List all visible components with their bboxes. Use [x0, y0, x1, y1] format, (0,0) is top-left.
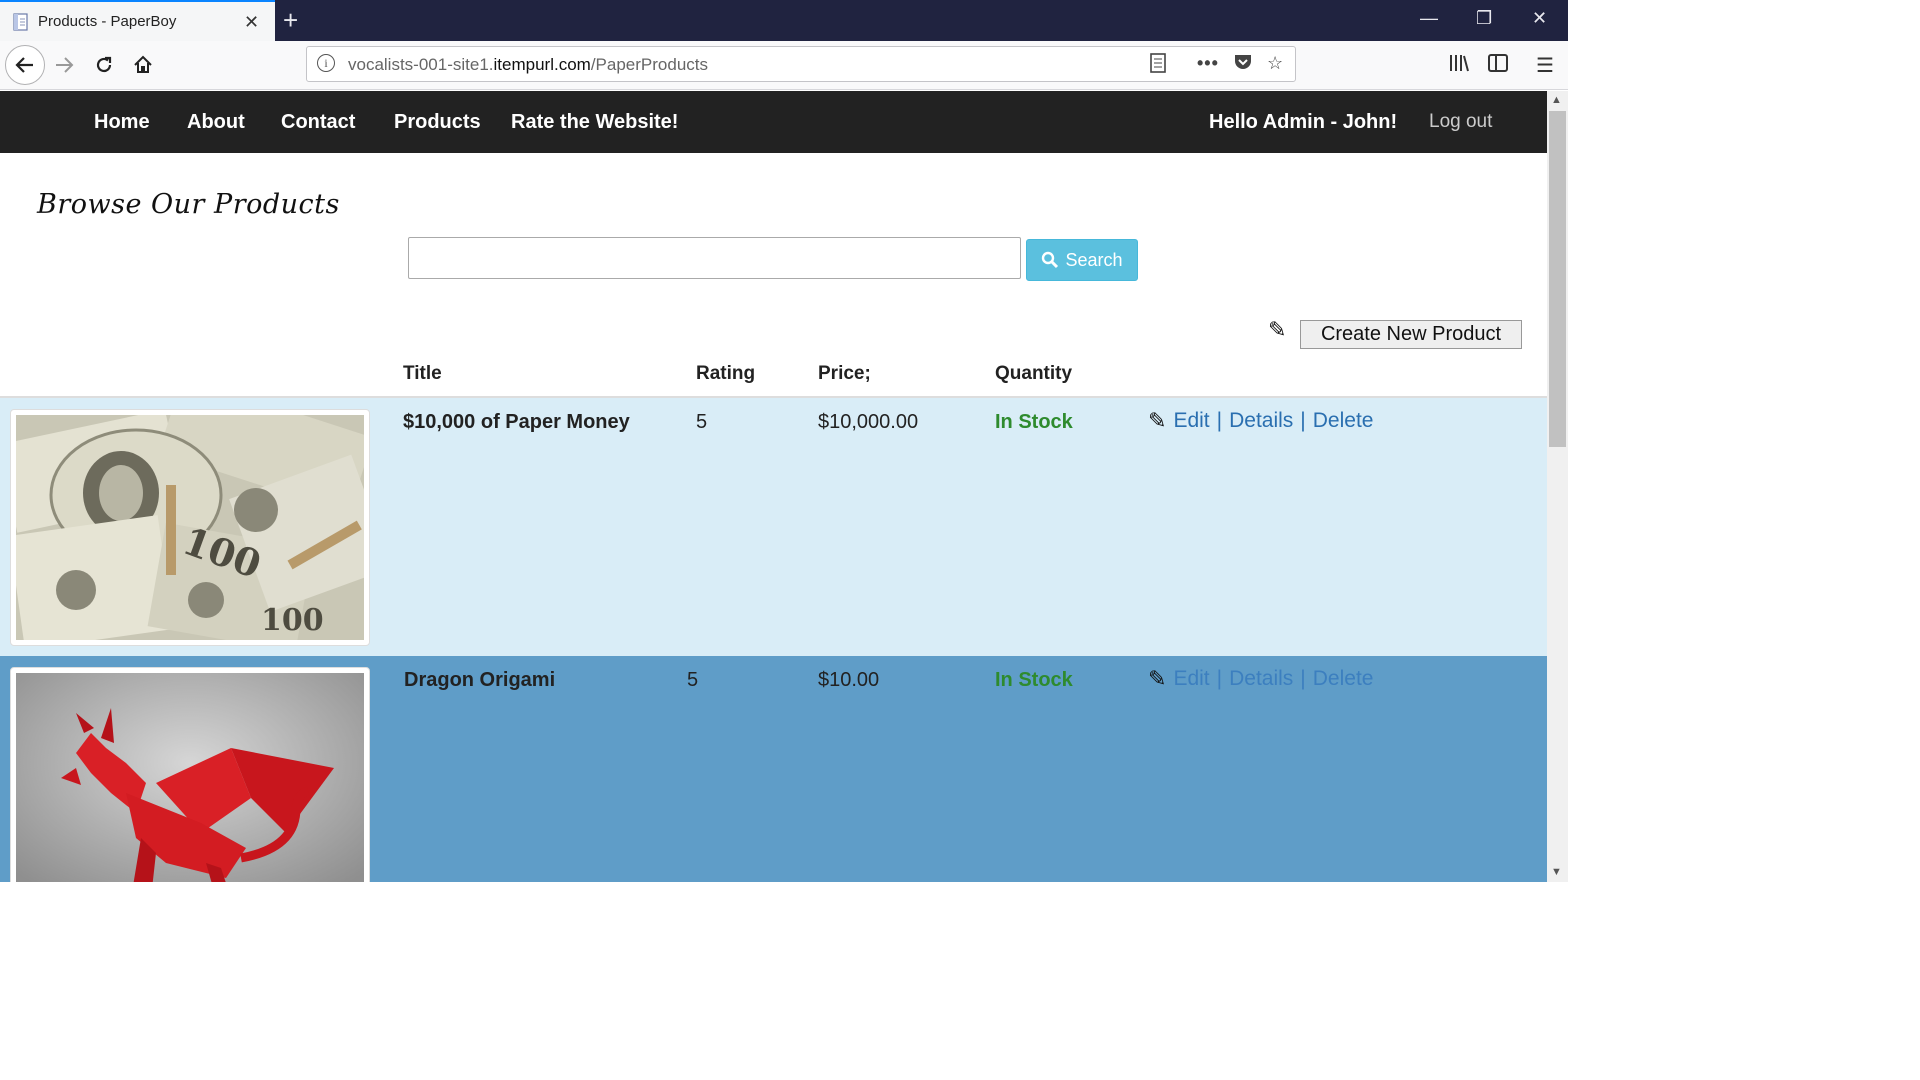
pencil-person-icon: ✎: [1148, 408, 1167, 433]
nav-rate-website[interactable]: Rate the Website!: [511, 111, 678, 134]
separator: |: [1216, 409, 1223, 432]
pocket-icon[interactable]: [1233, 53, 1253, 76]
scroll-thumb[interactable]: [1549, 111, 1566, 447]
header-rating: Rating: [696, 363, 756, 384]
page-viewport: Home About Contact Products Rate the Web…: [0, 91, 1547, 882]
info-icon[interactable]: i: [317, 54, 335, 72]
product-price: $10.00: [818, 669, 880, 691]
product-rating: 5: [696, 411, 708, 433]
search-input[interactable]: [408, 237, 1021, 279]
nav-home[interactable]: Home: [94, 111, 150, 134]
tab-title: Products - PaperBoy: [38, 13, 177, 30]
nav-contact[interactable]: Contact: [281, 111, 355, 134]
library-icon[interactable]: [1448, 53, 1470, 79]
menu-icon[interactable]: ☰: [1536, 53, 1554, 78]
restore-icon[interactable]: ❐: [1476, 8, 1492, 29]
search-button-label: Search: [1065, 249, 1123, 270]
scroll-up-icon[interactable]: ▲: [1551, 94, 1562, 106]
more-actions-icon[interactable]: •••: [1197, 53, 1219, 74]
delete-link[interactable]: Delete: [1313, 409, 1374, 433]
product-image-dragon-origami[interactable]: [10, 667, 370, 882]
reload-button[interactable]: [84, 45, 124, 85]
reader-view-icon[interactable]: [1150, 53, 1166, 78]
product-title: Dragon Origami: [404, 669, 556, 691]
row-actions: ✎ Edit | Details | Delete: [1148, 666, 1373, 692]
home-button[interactable]: [123, 45, 163, 85]
page-icon: [13, 13, 28, 31]
site-navbar: Home About Contact Products Rate the Web…: [0, 91, 1547, 153]
url-text[interactable]: vocalists-001-site1.itempurl.com/PaperPr…: [348, 55, 708, 75]
edit-link[interactable]: Edit: [1173, 667, 1209, 691]
bookmark-star-icon[interactable]: ☆: [1267, 53, 1283, 74]
dragon-image: [16, 673, 364, 882]
pencil-person-icon: ✎: [1268, 317, 1287, 342]
forward-arrow-icon: [56, 57, 74, 73]
nav-about[interactable]: About: [187, 111, 245, 134]
nav-products[interactable]: Products: [394, 111, 481, 134]
product-quantity-status: In Stock: [995, 669, 1073, 691]
close-tab-icon[interactable]: ✕: [244, 12, 259, 33]
edit-link[interactable]: Edit: [1173, 409, 1209, 433]
pencil-person-icon: ✎: [1148, 666, 1167, 691]
browser-tab[interactable]: Products - PaperBoy ✕: [0, 0, 275, 41]
product-quantity-status: In Stock: [995, 411, 1073, 433]
forward-button[interactable]: [44, 45, 84, 85]
product-image-paper-money[interactable]: 100 100: [10, 409, 370, 646]
delete-link[interactable]: Delete: [1313, 667, 1374, 691]
back-arrow-icon: [15, 57, 33, 73]
sidebar-icon[interactable]: [1487, 53, 1509, 79]
details-link[interactable]: Details: [1229, 667, 1293, 691]
search-icon: [1042, 251, 1059, 269]
home-icon: [134, 55, 152, 73]
new-tab-icon[interactable]: +: [283, 5, 298, 36]
window-close-icon[interactable]: ✕: [1532, 8, 1547, 29]
vertical-scrollbar[interactable]: ▲ ▼: [1547, 91, 1568, 882]
create-new-product-button[interactable]: Create New Product: [1300, 320, 1522, 349]
user-greeting[interactable]: Hello Admin - John!: [1209, 111, 1397, 134]
page-title: Browse Our Products: [37, 189, 340, 220]
separator: |: [1216, 667, 1223, 690]
product-title: $10,000 of Paper Money: [403, 411, 630, 433]
reload-icon: [96, 56, 112, 73]
browser-tab-bar: Products - PaperBoy ✕ + — ❐ ✕: [0, 0, 1568, 41]
minimize-icon[interactable]: —: [1420, 8, 1438, 29]
svg-text:100: 100: [261, 603, 324, 638]
product-price: $10,000.00: [818, 411, 919, 433]
separator: |: [1300, 667, 1306, 690]
separator: |: [1300, 409, 1306, 432]
logout-link[interactable]: Log out: [1429, 111, 1492, 133]
address-bar[interactable]: i vocalists-001-site1.itempurl.com/Paper…: [306, 46, 1296, 82]
table-row[interactable]: 100 100 $10,000 of Paper Money 5 $10,000…: [0, 398, 1547, 656]
table-row[interactable]: Dragon Origami 5 $10.00 In Stock ✎ Edit …: [0, 656, 1547, 882]
header-price: Price;: [818, 363, 871, 384]
money-image: 100 100: [16, 415, 364, 640]
search-button[interactable]: Search: [1026, 239, 1138, 281]
details-link[interactable]: Details: [1229, 409, 1293, 433]
header-quantity: Quantity: [995, 363, 1073, 384]
scroll-down-icon[interactable]: ▼: [1551, 866, 1562, 878]
row-actions: ✎ Edit | Details | Delete: [1148, 408, 1373, 434]
header-title: Title: [403, 363, 442, 384]
browser-toolbar: i vocalists-001-site1.itempurl.com/Paper…: [0, 41, 1568, 90]
back-button[interactable]: [5, 45, 45, 85]
product-rating: 5: [687, 669, 699, 691]
